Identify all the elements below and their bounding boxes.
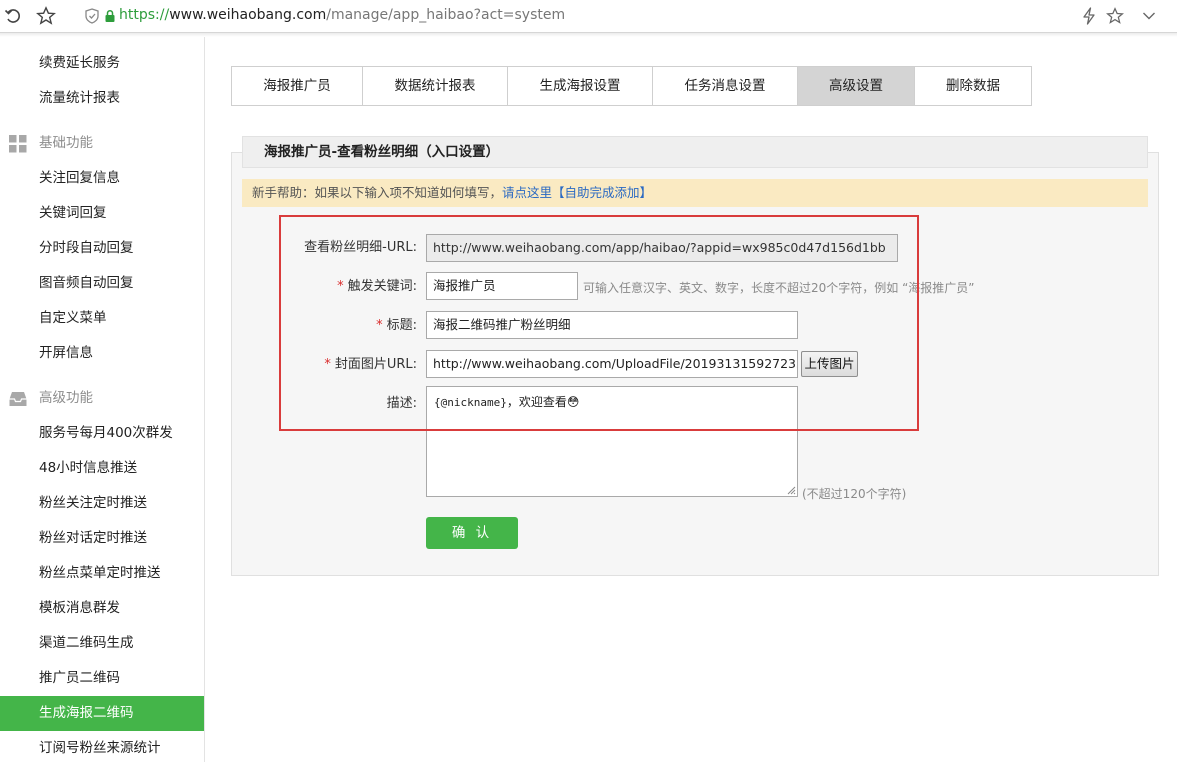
lightning-icon[interactable]	[1078, 5, 1100, 27]
sidebar-item-fan-source-stats[interactable]: 订阅号粉丝来源统计	[0, 731, 204, 766]
fan-detail-url-label: 查看粉丝明细-URL:	[217, 239, 417, 257]
back-icon[interactable]	[2, 5, 24, 27]
description-text: ，欢迎查看	[506, 395, 567, 409]
url-host: www.weihaobang.com	[169, 7, 327, 23]
sidebar-item-splash-info[interactable]: 开屏信息	[0, 336, 204, 371]
title-input[interactable]: 海报二维码推广粉丝明细	[426, 311, 798, 339]
sidebar-group-basic-label: 基础功能	[39, 135, 93, 151]
url-path: /manage/app_haibao?act=system	[326, 7, 566, 23]
sidebar-item-poster-qrcode[interactable]: 生成海报二维码	[0, 696, 204, 731]
description-hint: (不超过120个字符)	[802, 487, 907, 501]
sidebar-item-follow-scheduled-push[interactable]: 粉丝关注定时推送	[0, 486, 204, 521]
tab-poster-settings[interactable]: 生成海报设置	[508, 67, 653, 105]
title-label: * 标题:	[217, 317, 417, 335]
sidebar-group-advanced-label: 高级功能	[39, 390, 93, 406]
sidebar-item-promoter-qrcode[interactable]: 推广员二维码	[0, 661, 204, 696]
lock-icon	[99, 5, 121, 27]
required-mark: *	[324, 357, 331, 372]
cover-url-label-text: 封面图片URL:	[334, 357, 417, 372]
fan-detail-url-label-text: 查看粉丝明细-URL:	[304, 240, 417, 255]
sidebar-item-monthly-broadcast[interactable]: 服务号每月400次群发	[0, 416, 204, 451]
sidebar-item-custom-menu[interactable]: 自定义菜单	[0, 301, 204, 336]
sidebar-item-channel-qrcode[interactable]: 渠道二维码生成	[0, 626, 204, 661]
description-textarea[interactable]: {@nickname}，欢迎查看😳	[426, 386, 798, 497]
sidebar-item-template-broadcast[interactable]: 模板消息群发	[0, 591, 204, 626]
tab-task-message-settings[interactable]: 任务消息设置	[653, 67, 798, 105]
sidebar-item-keyword-reply[interactable]: 关键词回复	[0, 196, 204, 231]
tab-advanced-settings[interactable]: 高级设置	[798, 67, 915, 105]
help-link[interactable]: 请点这里【自助完成添加】	[502, 185, 652, 200]
flushed-face-emoji: 😳	[566, 395, 580, 409]
sidebar-item-48h-push[interactable]: 48小时信息推送	[0, 451, 204, 486]
inbox-icon	[9, 392, 27, 406]
required-mark: *	[337, 279, 344, 294]
description-code: {@nickname}	[434, 396, 507, 409]
sidebar-item-follow-reply[interactable]: 关注回复信息	[0, 161, 204, 196]
sidebar-group-advanced: 高级功能	[0, 381, 204, 416]
tab-poster-promoter[interactable]: 海报推广员	[232, 67, 363, 105]
resize-grip-icon[interactable]	[787, 486, 796, 495]
browser-address-bar: https://www.weihaobang.com/manage/app_ha…	[0, 0, 1177, 37]
keyword-hint: 可输入任意汉字、英文、数字，长度不超过20个字符，例如 “海报推广员”	[583, 281, 975, 295]
confirm-button[interactable]: 确 认	[426, 517, 518, 549]
url-scheme: https://	[119, 7, 170, 23]
grid-icon	[9, 135, 27, 153]
cover-url-label: * 封面图片URL:	[217, 356, 417, 374]
tab-delete-data[interactable]: 删除数据	[915, 67, 1031, 105]
keyword-label-text: 触发关键词:	[347, 279, 417, 294]
upload-image-button[interactable]: 上传图片	[801, 351, 858, 377]
sidebar-item-menu-scheduled-push[interactable]: 粉丝点菜单定时推送	[0, 556, 204, 591]
tab-statistics-report[interactable]: 数据统计报表	[363, 67, 508, 105]
keyword-input[interactable]: 海报推广员	[426, 272, 578, 300]
cover-url-input[interactable]: http://www.weihaobang.com/UploadFile/201…	[426, 350, 798, 378]
required-mark: *	[376, 318, 383, 333]
title-label-text: 标题:	[386, 318, 417, 333]
tab-bar: 海报推广员 数据统计报表 生成海报设置 任务消息设置 高级设置 删除数据	[231, 66, 1032, 106]
description-label: 描述:	[217, 395, 417, 413]
star-bookmark-icon[interactable]	[35, 5, 57, 27]
sidebar-item-traffic-report[interactable]: 流量统计报表	[0, 81, 204, 116]
fan-detail-url-field[interactable]: http://www.weihaobang.com/app/haibao/?ap…	[426, 234, 898, 262]
sidebar: 续费延长服务 流量统计报表 基础功能 关注回复信息 关键词回复 分时段自动回复 …	[0, 37, 205, 762]
favorite-star-icon[interactable]	[1104, 5, 1126, 27]
sidebar-item-timed-reply[interactable]: 分时段自动回复	[0, 231, 204, 266]
sidebar-group-basic: 基础功能	[0, 126, 204, 161]
panel-title: 海报推广员-查看粉丝明细（入口设置）	[242, 136, 1148, 168]
chevron-down-icon[interactable]	[1138, 5, 1160, 27]
help-text: 新手帮助：如果以下输入项不知道如何填写，	[252, 185, 503, 200]
help-bar: 新手帮助：如果以下输入项不知道如何填写，请点这里【自助完成添加】	[242, 179, 1148, 207]
sidebar-item-media-reply[interactable]: 图音频自动回复	[0, 266, 204, 301]
sidebar-item-renew[interactable]: 续费延长服务	[0, 46, 204, 81]
sidebar-item-chat-scheduled-push[interactable]: 粉丝对话定时推送	[0, 521, 204, 556]
description-label-text: 描述:	[386, 396, 417, 411]
url-text[interactable]: https://www.weihaobang.com/manage/app_ha…	[119, 6, 565, 24]
keyword-label: * 触发关键词:	[217, 278, 417, 296]
